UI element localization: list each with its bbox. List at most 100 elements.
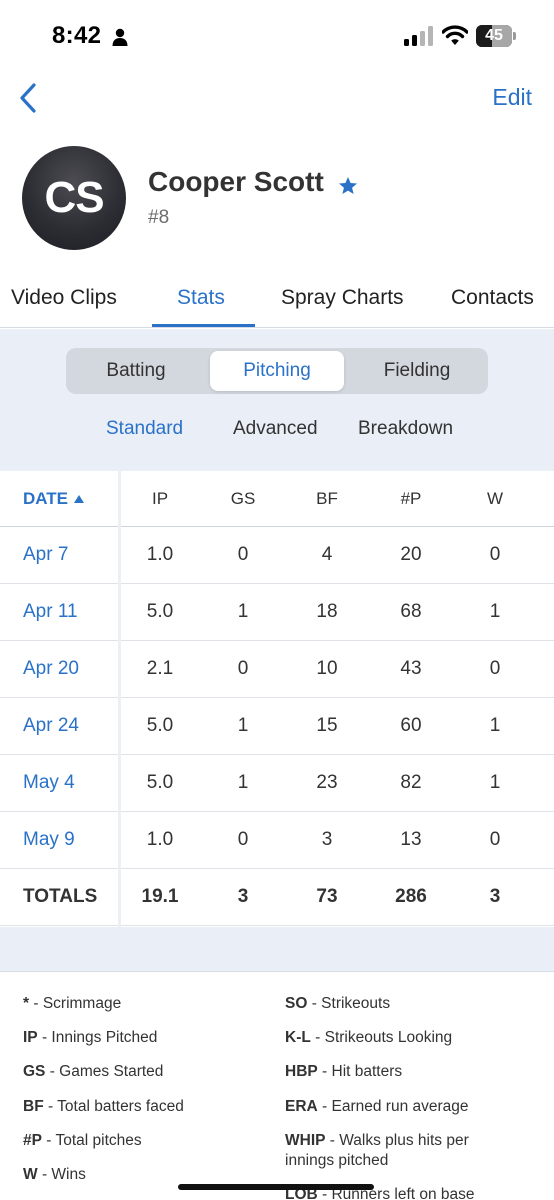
battery-percent: 45 [485,27,503,44]
row-pitches: 20 [400,544,422,565]
section-spacer [0,927,554,972]
row-bf: 3 [321,829,333,850]
row-bf: 15 [316,715,338,736]
row-pitches: 43 [400,658,422,679]
segment-fielding[interactable]: Fielding [350,351,484,391]
tab-video-clips[interactable]: Video Clips [11,286,117,310]
row-date[interactable]: May 9 [23,812,75,868]
wifi-icon [442,25,468,45]
row-pitches: 60 [400,715,422,736]
segment-pitching[interactable]: Pitching [210,351,344,391]
row-ip: 2.1 [146,658,174,679]
totals-pitches: 286 [395,886,427,907]
row-w: 1 [489,601,501,622]
status-bar: 8:42 45 [0,0,554,72]
segment-batting[interactable]: Batting [69,351,203,391]
row-ip: 1.0 [146,829,174,850]
column-header-date-label: DATE [23,488,69,508]
legend-item: SO - Strikeouts [285,995,391,1012]
row-bf: 10 [316,658,338,679]
person-icon [112,28,128,46]
battery-icon: 45 [476,25,512,47]
row-pitches: 68 [400,601,422,622]
row-gs: 1 [237,772,249,793]
row-ip: 5.0 [146,772,174,793]
back-button[interactable] [8,78,48,118]
column-header-ip[interactable]: IP [120,471,200,526]
row-bf: 4 [321,544,333,565]
row-ip: 5.0 [146,715,174,736]
row-date[interactable]: Apr 20 [23,641,79,697]
row-gs: 0 [237,829,249,850]
legend-item: * - Scrimmage [23,995,122,1012]
table-row[interactable]: Apr 7 1.0 0 4 20 0 [0,527,554,584]
profile-tabs: Video Clips Stats Spray Charts Contacts [0,270,554,328]
row-gs: 1 [237,601,249,622]
active-tab-indicator [152,324,255,327]
row-pitches: 82 [400,772,422,793]
tab-spray-charts[interactable]: Spray Charts [281,286,404,310]
stats-filter-panel: Batting Pitching Fielding Standard Advan… [0,329,554,471]
stat-type-segmented-control: Batting Pitching Fielding [66,348,488,394]
row-gs: 1 [237,715,249,736]
legend-item: GS - Games Started [23,1063,164,1080]
subtab-breakdown[interactable]: Breakdown [358,418,453,440]
row-bf: 23 [316,772,338,793]
totals-label: TOTALS [23,886,98,907]
frozen-column-divider [118,471,121,927]
row-w: 1 [489,715,501,736]
row-gs: 0 [237,658,249,679]
edit-button[interactable]: Edit [492,84,532,111]
star-icon[interactable] [338,176,358,196]
table-row[interactable]: Apr 20 2.1 0 10 43 0 [0,641,554,698]
subtab-advanced[interactable]: Advanced [233,418,318,440]
chevron-left-icon [20,83,36,113]
legend-item: W - Wins [23,1166,86,1183]
row-w: 1 [489,772,501,793]
row-pitches: 13 [400,829,422,850]
player-number: #8 [148,207,170,228]
tab-stats[interactable]: Stats [177,286,225,310]
totals-bf: 73 [316,886,338,907]
row-date[interactable]: May 4 [23,755,75,811]
row-gs: 0 [237,544,249,565]
totals-row: TOTALS 19.1 3 73 286 3 [0,869,554,926]
home-indicator[interactable] [178,1184,374,1190]
legend-item: ERA - Earned run average [285,1098,469,1115]
subtab-standard[interactable]: Standard [106,418,183,440]
row-date[interactable]: Apr 11 [23,584,78,640]
avatar: CS [22,146,126,250]
column-header-gs[interactable]: GS [203,471,283,526]
table-row[interactable]: May 9 1.0 0 3 13 0 [0,812,554,869]
column-header-w[interactable]: W [455,471,535,526]
table-row[interactable]: Apr 11 5.0 1 18 68 1 [0,584,554,641]
legend-item: BF - Total batters faced [23,1098,184,1115]
table-row[interactable]: May 4 5.0 1 23 82 1 [0,755,554,812]
legend-item: #P - Total pitches [23,1132,142,1149]
column-header-date[interactable]: DATE [23,471,85,526]
legend-item: K-L - Strikeouts Looking [285,1029,453,1046]
row-bf: 18 [316,601,338,622]
legend-item: IP - Innings Pitched [23,1029,158,1046]
cellular-signal-icon [404,26,433,46]
column-header-pitches[interactable]: #P [371,471,451,526]
row-w: 0 [489,544,501,565]
totals-ip: 19.1 [141,886,179,907]
table-header-row: DATE IP GS BF #P W [0,471,554,527]
row-w: 0 [489,829,501,850]
row-date[interactable]: Apr 7 [23,527,68,583]
row-ip: 1.0 [146,544,174,565]
tab-contacts[interactable]: Contacts [451,286,534,310]
battery-nub [513,32,516,40]
table-row[interactable]: Apr 24 5.0 1 15 60 1 [0,698,554,755]
clock-time: 8:42 [52,22,102,49]
legend-item: WHIP - Walks plus hits per innings pitch… [285,1132,469,1169]
totals-w: 3 [489,886,501,907]
row-ip: 5.0 [146,601,174,622]
row-date[interactable]: Apr 24 [23,698,79,754]
player-name: Cooper Scott [148,166,324,197]
totals-gs: 3 [237,886,249,907]
column-header-bf[interactable]: BF [287,471,367,526]
sort-ascending-icon [74,494,85,503]
row-w: 0 [489,658,501,679]
